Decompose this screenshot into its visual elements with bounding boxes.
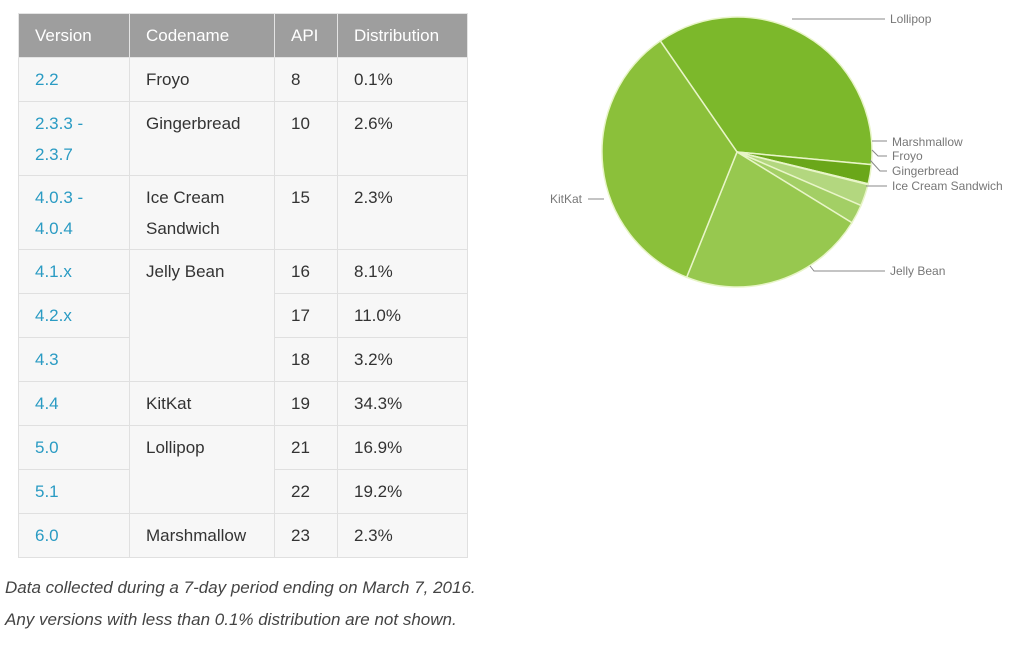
slice-label: Marshmallow xyxy=(892,135,963,149)
slice-label: Lollipop xyxy=(890,12,932,26)
slice-label: Ice Cream Sandwich xyxy=(892,179,1003,193)
callout-line xyxy=(871,149,887,157)
slice-label: Gingerbread xyxy=(892,164,959,178)
slice-label: Jelly Bean xyxy=(890,264,945,278)
slice-label: Froyo xyxy=(892,149,923,163)
callout-line xyxy=(809,265,885,272)
callout-line xyxy=(869,159,887,172)
pie-chart: Lollipop MarshmallowFroyoGingerbreadIce C… xyxy=(550,12,1003,288)
slice-label: KitKat xyxy=(550,192,583,206)
